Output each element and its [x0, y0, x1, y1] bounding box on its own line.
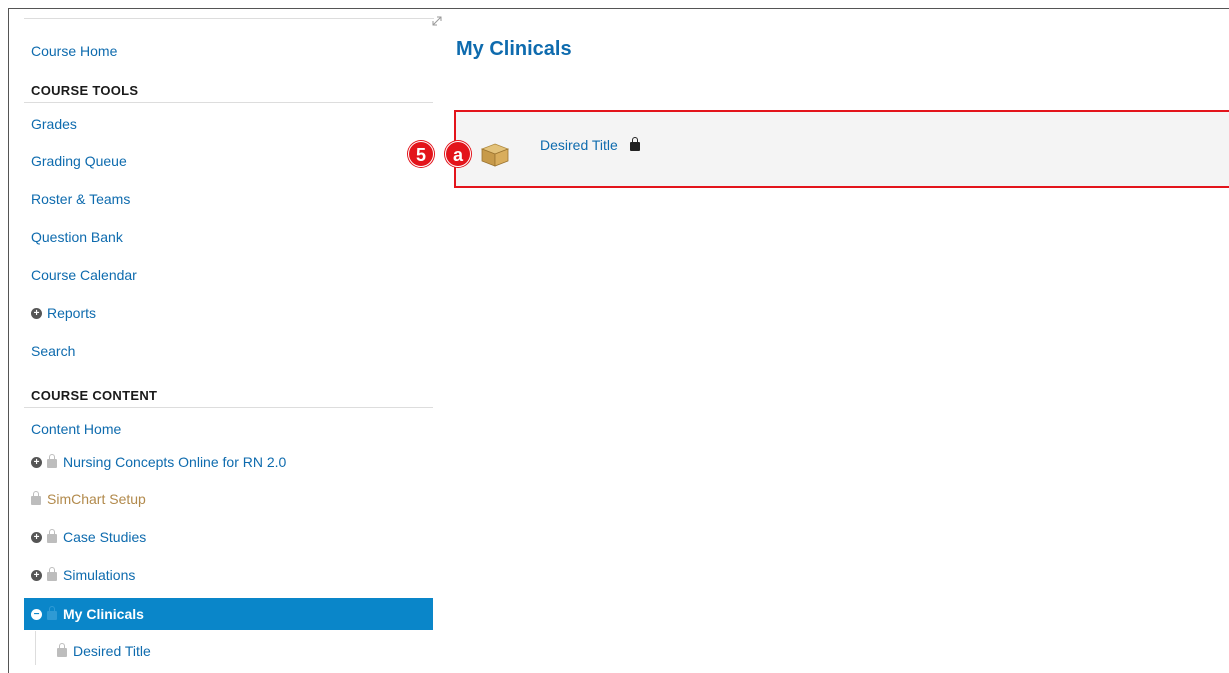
expand-plus-icon[interactable]: + — [31, 531, 42, 543]
sidebar-item-search[interactable]: Search — [24, 335, 433, 367]
expand-plus-icon[interactable]: + — [31, 569, 42, 581]
resize-icon[interactable] — [430, 14, 444, 28]
sidebar-item-simchart-setup[interactable]: SimChart Setup — [24, 483, 433, 515]
sidebar-item-roster-teams[interactable]: Roster & Teams — [24, 183, 433, 215]
sidebar-item-label: Nursing Concepts Online for RN 2.0 — [63, 454, 287, 470]
content-item-row: Desired Title — [454, 110, 1229, 188]
sidebar-item-label: Roster & Teams — [31, 191, 131, 207]
content-item-title: Desired Title — [540, 137, 618, 153]
sidebar-item-grading-queue[interactable]: Grading Queue — [24, 145, 433, 177]
sidebar-item-label: My Clinicals — [63, 606, 144, 622]
sidebar-item-grades[interactable]: Grades — [24, 108, 433, 140]
sidebar-item-label: Simulations — [63, 567, 136, 583]
sidebar-item-label: SimChart Setup — [47, 491, 146, 507]
lock-icon — [47, 566, 57, 581]
sidebar-item-label: Case Studies — [63, 529, 147, 545]
step-badge: 5 — [408, 141, 434, 167]
sidebar-item-content-home[interactable]: Content Home — [24, 413, 433, 445]
sidebar-item-case-studies[interactable]: + Case Studies — [24, 521, 433, 553]
sidebar-item-label: Course Home — [31, 43, 118, 59]
sidebar-item-label: Grades — [31, 116, 77, 132]
sidebar-item-label: Content Home — [31, 421, 122, 437]
sidebar-item-label: Desired Title — [73, 643, 151, 659]
substep-badge: a — [445, 141, 471, 167]
sidebar-item-label: Course Calendar — [31, 267, 137, 283]
sidebar-item-label: Search — [31, 343, 76, 359]
lock-icon — [629, 136, 640, 151]
sidebar-item-label: Question Bank — [31, 229, 123, 245]
expand-plus-icon[interactable]: + — [31, 456, 42, 468]
sidebar-item-simulations[interactable]: + Simulations — [24, 559, 433, 591]
lock-icon — [31, 490, 41, 505]
collapse-minus-icon[interactable]: − — [31, 608, 42, 620]
lock-icon — [47, 453, 57, 468]
lock-icon — [57, 642, 67, 657]
lock-icon — [47, 528, 57, 543]
divider — [24, 18, 434, 19]
sidebar-item-label: Grading Queue — [31, 153, 127, 169]
tree-indent-line — [35, 631, 36, 665]
lock-icon — [47, 605, 57, 620]
sidebar-item-course-home[interactable]: Course Home — [24, 35, 433, 67]
sidebar-item-my-clinicals[interactable]: − My Clinicals — [24, 598, 433, 630]
page-title: My Clinicals — [456, 38, 572, 60]
sidebar-item-nursing-concepts[interactable]: + Nursing Concepts Online for RN 2.0 — [24, 446, 433, 478]
sidebar-item-question-bank[interactable]: Question Bank — [24, 221, 433, 253]
content-item-link[interactable]: Desired Title — [540, 136, 646, 153]
sidebar-item-label: Reports — [47, 305, 97, 321]
expand-plus-icon[interactable]: + — [31, 307, 42, 319]
section-heading-course-tools: COURSE TOOLS — [24, 83, 433, 103]
sidebar-item-course-calendar[interactable]: Course Calendar — [24, 259, 433, 291]
sidebar-item-reports[interactable]: + Reports — [24, 297, 433, 329]
sidebar-item-desired-title[interactable]: Desired Title — [24, 635, 433, 667]
section-heading-course-content: COURSE CONTENT — [24, 388, 433, 408]
package-icon — [480, 143, 510, 167]
